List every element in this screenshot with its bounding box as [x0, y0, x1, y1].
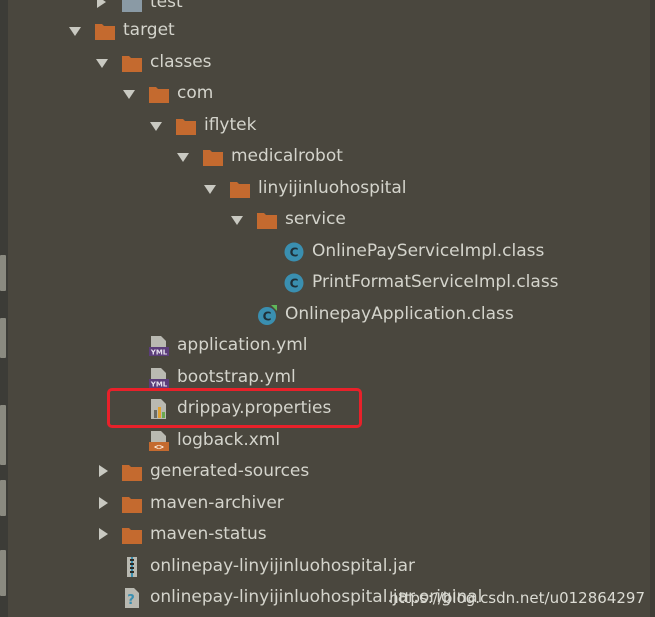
svg-text:C: C: [263, 310, 272, 324]
tree-item-label: OnlinepayApplication.class: [285, 304, 514, 324]
jar-file-icon: [121, 556, 143, 578]
tree-item-label: OnlinePayServiceImpl.class: [312, 241, 545, 261]
tree-item-label: maven-archiver: [150, 493, 284, 513]
tree-item-label: test: [150, 0, 183, 12]
svg-text:YML: YML: [150, 349, 168, 357]
svg-text:C: C: [290, 246, 299, 260]
folder-icon: [202, 146, 224, 168]
tree-row-classes[interactable]: classes: [0, 46, 645, 77]
tree-item-label: generated-sources: [150, 461, 310, 481]
tree-row-generated-sources[interactable]: generated-sources: [0, 455, 645, 486]
tree-item-label: target: [123, 20, 175, 40]
tree-item-label: com: [177, 83, 214, 103]
tree-item-label: linyijinluohospital: [258, 178, 407, 198]
tree-item-label: bootstrap.yml: [177, 367, 296, 387]
expand-arrow-icon[interactable]: [99, 465, 108, 477]
collapse-arrow-icon[interactable]: [123, 90, 135, 99]
folder-icon: [94, 20, 116, 42]
svg-text:<>: <>: [154, 443, 164, 452]
folder-icon: [121, 0, 143, 14]
tree-row-onlinepayserviceimpl[interactable]: C OnlinePayServiceImpl.class: [0, 235, 645, 266]
class-icon: C: [283, 241, 305, 263]
yml-file-icon: YML: [148, 335, 170, 357]
folder-icon: [148, 83, 170, 105]
tree-row-iflytek[interactable]: iflytek: [0, 109, 645, 140]
folder-icon: [175, 115, 197, 137]
tree-item-label: service: [285, 209, 346, 229]
svg-text:?: ?: [127, 593, 135, 608]
tree-row-com[interactable]: com: [0, 77, 645, 108]
tree-row-application-yml[interactable]: YML application.yml: [0, 329, 645, 360]
tree-row-service[interactable]: service: [0, 203, 645, 234]
tree-item-label: PrintFormatServiceImpl.class: [312, 272, 559, 292]
tree-row-onlinepayapplication[interactable]: C OnlinepayApplication.class: [0, 298, 645, 329]
tree-item-label: onlinepay-linyijinluohospital.jar: [150, 556, 415, 576]
yml-file-icon: YML: [148, 367, 170, 389]
spring-class-icon: C: [256, 304, 278, 326]
tree-row-maven-archiver[interactable]: maven-archiver: [0, 487, 645, 518]
xml-file-icon: <>: [148, 430, 170, 452]
tree-row-linyijinluohospital[interactable]: linyijinluohospital: [0, 172, 645, 203]
folder-icon: [121, 524, 143, 546]
tree-row-medicalrobot[interactable]: medicalrobot: [0, 140, 645, 171]
watermark: https://blog.csdn.net/u012864297: [389, 589, 645, 607]
collapse-arrow-icon[interactable]: [231, 216, 243, 225]
folder-icon: [121, 52, 143, 74]
tree-row-printformatserviceimpl[interactable]: C PrintFormatServiceImpl.class: [0, 266, 645, 297]
folder-icon: [121, 493, 143, 515]
unknown-file-icon: ?: [121, 587, 143, 609]
expand-arrow-icon[interactable]: [97, 0, 106, 8]
tree-item-label: classes: [150, 52, 212, 72]
expand-arrow-icon[interactable]: [99, 497, 108, 509]
collapse-arrow-icon[interactable]: [150, 122, 162, 131]
tree-row-target[interactable]: target: [0, 14, 645, 45]
folder-icon: [256, 209, 278, 231]
tree-item-label: medicalrobot: [231, 146, 343, 166]
tree-item-label: logback.xml: [177, 430, 281, 450]
tree-item-label: iflytek: [204, 115, 257, 135]
expand-arrow-icon[interactable]: [99, 528, 108, 540]
collapse-arrow-icon[interactable]: [204, 185, 216, 194]
collapse-arrow-icon[interactable]: [96, 59, 108, 68]
tree-item-label: application.yml: [177, 335, 308, 355]
project-tree: test target classes com iflytek medicalr…: [0, 0, 655, 617]
tree-row-maven-status[interactable]: maven-status: [0, 518, 645, 549]
collapse-arrow-icon[interactable]: [69, 27, 81, 36]
folder-icon: [229, 178, 251, 200]
class-icon: C: [283, 272, 305, 294]
folder-icon: [121, 461, 143, 483]
tree-row-jar[interactable]: onlinepay-linyijinluohospital.jar: [0, 550, 645, 581]
highlight-box: [107, 388, 362, 428]
svg-text:C: C: [290, 277, 299, 291]
collapse-arrow-icon[interactable]: [177, 153, 189, 162]
tree-item-label: maven-status: [150, 524, 267, 544]
tree-row-logback-xml[interactable]: <> logback.xml: [0, 424, 645, 455]
